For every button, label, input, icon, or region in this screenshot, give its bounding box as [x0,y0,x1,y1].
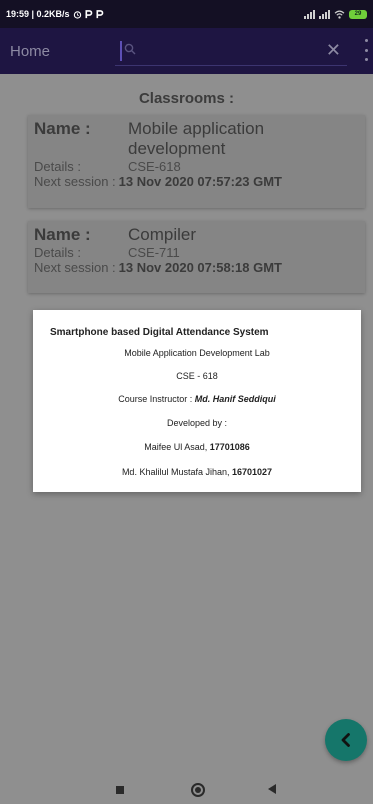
developer-id: 17701086 [209,442,250,452]
name-row: Name : Compiler [34,225,359,245]
search-input[interactable] [122,38,292,63]
signal-icon [304,9,315,19]
details-label: Details : [34,159,81,174]
back-button[interactable] [268,784,276,794]
lab-name: Mobile Application Development Lab [124,348,270,358]
dialog-title: Smartphone based Digital Attendance Syst… [50,327,269,338]
details-row: Details : CSE-711 [34,245,359,260]
developer-name: Md. Khalilul Mustafa Jihan, [121,467,232,477]
status-left: 19:59 | 0.2KB/s [6,9,104,19]
next-session-value: 13 Nov 2020 07:58:18 GMT [118,260,282,275]
details-row: Details : CSE-618 [34,159,359,174]
next-session-row: Next session : 13 Nov 2020 07:58:18 GMT [34,260,359,275]
name-label: Name : [34,225,91,244]
search-icon [124,43,136,55]
developer-name: Maifee Ul Asad, [144,442,210,452]
time-speed: 19:59 | 0.2KB/s [6,9,70,19]
more-options-icon[interactable] [363,39,369,61]
p-app-icon [96,9,103,18]
next-session-label: Next session : [34,260,116,275]
status-bar: 19:59 | 0.2KB/s 29 [0,0,373,28]
developed-by-label: Developed by : [166,418,228,428]
alarm-icon [73,10,81,19]
next-session-label: Next session : [34,174,116,189]
section-title: Classrooms : [138,90,235,107]
system-nav-bar [0,772,373,804]
search-bar[interactable]: ✕ [115,36,347,66]
instructor-name: Md. Hanif Seddiqui [194,394,276,404]
next-session-value: 13 Nov 2020 07:57:23 GMT [118,174,282,189]
recents-button[interactable] [116,786,124,794]
page-title: Home [10,42,51,60]
name-label: Name : [34,119,91,138]
instructor-label: Course Instructor : [118,394,195,404]
details-label: Details : [34,245,81,260]
classroom-card[interactable]: Name : Compiler Details : CSE-711 Next s… [28,221,365,293]
home-button[interactable] [191,783,205,797]
battery-icon: 29 [349,9,367,19]
course-code: CSE - 618 [176,371,218,381]
developer-id: 16701027 [232,467,273,477]
chevron-left-icon [341,733,350,747]
classroom-details: CSE-711 [128,245,180,260]
back-fab-button[interactable] [325,719,367,761]
classroom-card[interactable]: Name : Mobile application development De… [28,115,365,208]
next-session-row: Next session : 13 Nov 2020 07:57:23 GMT [34,174,359,189]
signal-icon [319,9,330,19]
app-bar: Home ✕ [0,28,373,74]
classroom-name: Compiler [128,225,197,244]
close-icon[interactable]: ✕ [326,40,341,60]
developer-line: Maifee Ul Asad, 17701086 [33,442,361,452]
developer-line: Md. Khalilul Mustafa Jihan, 16701027 [33,467,361,477]
name-row: Name : Mobile application development [34,119,359,159]
about-dialog: Smartphone based Digital Attendance Syst… [33,310,361,492]
classroom-name: Mobile application development [128,119,265,158]
instructor-line: Course Instructor : Md. Hanif Seddiqui [33,394,361,404]
wifi-icon [334,10,345,19]
status-right: 29 [304,9,367,19]
p-app-icon [85,9,92,18]
classroom-details: CSE-618 [128,159,181,174]
